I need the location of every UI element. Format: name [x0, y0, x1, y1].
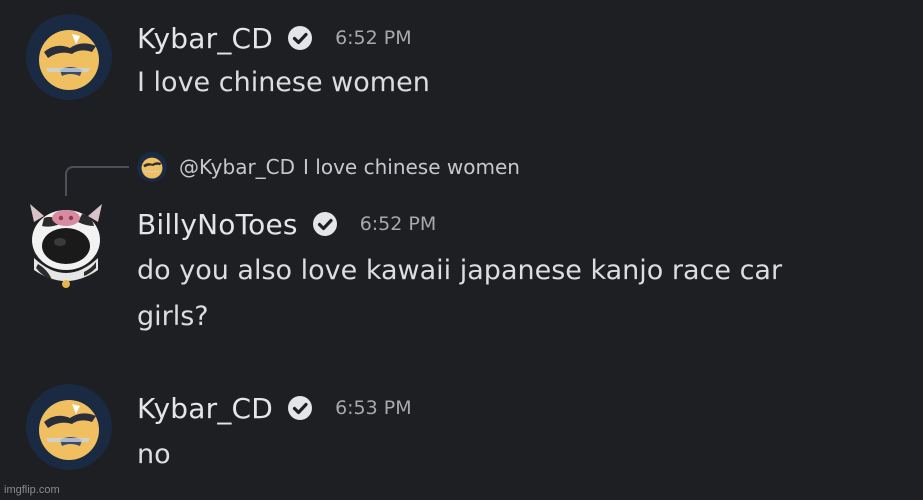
- moon-crane-avatar-icon: [137, 152, 167, 182]
- message-header: Kybar_CD 6:52 PM: [137, 18, 412, 58]
- cow-avatar-icon: [30, 204, 102, 288]
- message-text: no: [137, 439, 171, 470]
- avatar[interactable]: [26, 14, 112, 100]
- check-badge-icon: [287, 395, 313, 421]
- reply-connector: [65, 166, 129, 196]
- timestamp: 6:52 PM: [335, 27, 412, 49]
- moon-crane-avatar-icon: [26, 384, 112, 470]
- reply-text: I love chinese women: [303, 155, 520, 179]
- moon-crane-avatar-icon: [26, 14, 112, 100]
- avatar[interactable]: [20, 196, 112, 288]
- username[interactable]: Kybar_CD: [137, 392, 273, 425]
- message-header: Kybar_CD 6:53 PM: [137, 388, 412, 428]
- timestamp: 6:53 PM: [335, 397, 412, 419]
- reply-username[interactable]: @Kybar_CD: [179, 155, 295, 179]
- message-text: I love chinese women: [137, 67, 430, 98]
- message-header: BillyNoToes 6:52 PM: [137, 204, 436, 244]
- username[interactable]: Kybar_CD: [137, 22, 273, 55]
- username[interactable]: BillyNoToes: [137, 208, 298, 241]
- check-badge-icon: [312, 211, 338, 237]
- timestamp: 6:52 PM: [359, 213, 437, 235]
- watermark: imgflip.com: [4, 484, 60, 496]
- reply-preview[interactable]: @Kybar_CD I love chinese women: [137, 150, 520, 184]
- check-badge-icon: [287, 25, 313, 51]
- avatar[interactable]: [26, 384, 112, 470]
- reply-avatar: [137, 152, 167, 182]
- message-text: do you also love kawaii japanese kanjo r…: [137, 255, 783, 332]
